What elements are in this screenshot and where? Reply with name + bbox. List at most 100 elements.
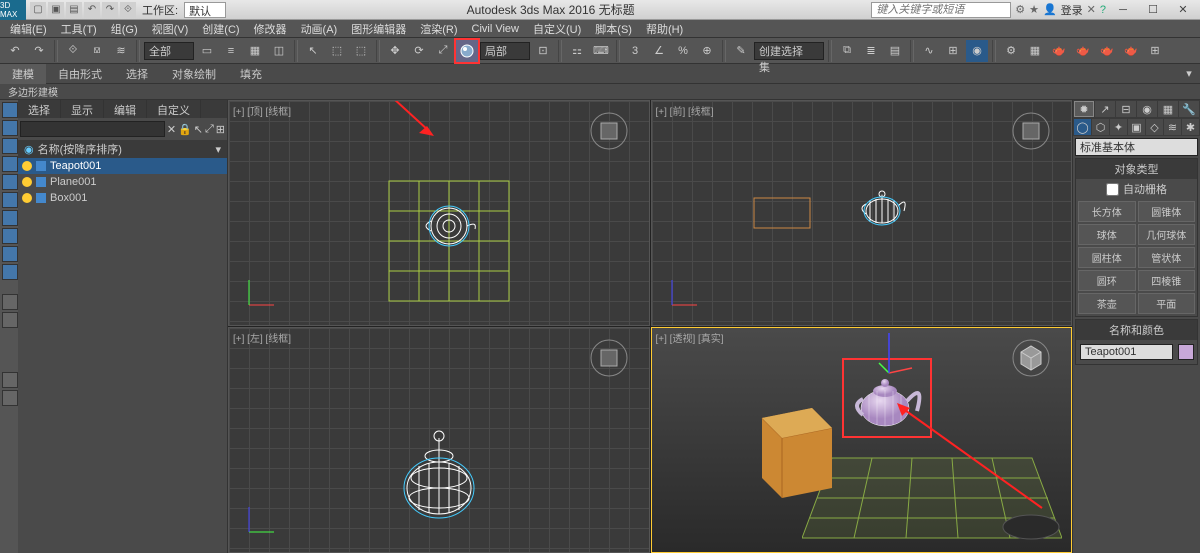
object-name-input[interactable]	[1080, 344, 1173, 360]
open-icon[interactable]: ▣	[48, 2, 64, 18]
cmd-subtab-space-icon[interactable]: ≋	[1164, 119, 1181, 135]
viewcube-icon[interactable]	[589, 338, 629, 378]
select-lasso-icon[interactable]: ⬚	[350, 40, 372, 62]
filter-sync-icon[interactable]	[2, 390, 18, 406]
workspace-selector[interactable]: 默认	[184, 2, 226, 18]
render-icon[interactable]: 🫖	[1048, 40, 1070, 62]
display-frozen-icon[interactable]	[2, 264, 18, 280]
viewport-top[interactable]: [+] [顶] [线框]	[228, 100, 650, 326]
move-icon[interactable]: ✥	[384, 40, 406, 62]
btn-sphere[interactable]: 球体	[1078, 224, 1136, 245]
display-cameras-icon[interactable]	[2, 174, 18, 190]
visibility-icon[interactable]	[22, 193, 32, 203]
scale-icon[interactable]: ⤢	[432, 40, 454, 62]
redo-icon[interactable]: ↷	[102, 2, 118, 18]
mirror-icon[interactable]: ⧉	[836, 40, 858, 62]
scene-filter-close-icon[interactable]: ✕	[167, 123, 176, 136]
curve-editor-icon[interactable]: ∿	[918, 40, 940, 62]
help-icon[interactable]: ?	[1100, 4, 1106, 16]
visibility-icon[interactable]	[22, 161, 32, 171]
cmd-subtab-cameras-icon[interactable]: ▣	[1128, 119, 1145, 135]
minimize-button[interactable]: ─	[1110, 1, 1136, 19]
selection-filter[interactable]: 全部	[144, 42, 194, 60]
ribbon-tab-selection[interactable]: 选择	[114, 64, 160, 84]
btn-torus[interactable]: 圆环	[1078, 270, 1136, 291]
link-icon[interactable]: ⟐	[62, 40, 84, 62]
menu-tools[interactable]: 工具(T)	[55, 21, 103, 37]
display-all-icon[interactable]	[2, 102, 18, 118]
link-icon[interactable]: ⟐	[120, 2, 136, 18]
keyboard-icon[interactable]: ⌨	[590, 40, 612, 62]
select-icon[interactable]: ▭	[196, 40, 218, 62]
schematic-icon[interactable]: ⊞	[942, 40, 964, 62]
scene-filter-input[interactable]	[20, 121, 165, 137]
scene-item-plane[interactable]: Plane001	[18, 174, 227, 190]
move-gizmo[interactable]	[877, 328, 917, 378]
viewport-left[interactable]: [+] [左] [线框]	[228, 327, 650, 553]
menu-civilview[interactable]: Civil View	[466, 23, 525, 35]
filter-hidden-icon[interactable]	[2, 294, 18, 310]
btn-cylinder[interactable]: 圆柱体	[1078, 247, 1136, 268]
ribbon-tab-freeform[interactable]: 自由形式	[46, 64, 114, 84]
menu-modifiers[interactable]: 修改器	[248, 21, 293, 37]
material-editor-icon[interactable]	[456, 40, 478, 62]
autogrid-checkbox[interactable]	[1106, 183, 1119, 196]
cmd-tab-create-icon[interactable]: ✹	[1074, 101, 1094, 117]
close-button[interactable]: ✕	[1170, 1, 1196, 19]
material-icon[interactable]: ◉	[966, 40, 988, 62]
snap-percent-icon[interactable]: %	[672, 40, 694, 62]
viewport-perspective[interactable]: [+] [透视] [真实]	[651, 327, 1073, 553]
vp-label-left[interactable]: [+] [左] [线框]	[233, 330, 291, 345]
scene-item-teapot[interactable]: Teapot001	[18, 158, 227, 174]
cmd-tab-utilities-icon[interactable]: 🔧	[1179, 101, 1199, 117]
ribbon-tab-object-paint[interactable]: 对象绘制	[160, 64, 228, 84]
btn-teapot[interactable]: 茶壶	[1078, 293, 1136, 314]
view-nav-icon[interactable]	[1001, 512, 1061, 542]
edit-named-icon[interactable]: ✎	[730, 40, 752, 62]
viewcube-icon[interactable]	[589, 111, 629, 151]
undo-icon[interactable]: ↶	[84, 2, 100, 18]
scene-item-box[interactable]: Box001	[18, 190, 227, 206]
rotate-icon[interactable]: ⟳	[408, 40, 430, 62]
menu-graph-editors[interactable]: 图形编辑器	[345, 21, 412, 37]
vp-label-front[interactable]: [+] [前] [线框]	[656, 103, 714, 118]
maximize-button[interactable]: ☐	[1140, 1, 1166, 19]
scene-tab-edit[interactable]: 编辑	[104, 100, 147, 118]
display-lights-icon[interactable]	[2, 156, 18, 172]
reference-coord[interactable]: 局部	[480, 42, 530, 60]
rollout-title-2[interactable]: 名称和颜色	[1076, 320, 1197, 340]
signin-icon[interactable]: 👤	[1043, 3, 1057, 16]
scene-tab-select[interactable]: 选择	[18, 100, 61, 118]
btn-plane[interactable]: 平面	[1138, 293, 1196, 314]
undo-icon[interactable]: ↶	[4, 40, 26, 62]
display-container-icon[interactable]	[2, 246, 18, 262]
redo-icon[interactable]: ↷	[28, 40, 50, 62]
cmd-tab-display-icon[interactable]: ▦	[1158, 101, 1178, 117]
spinner-snap-icon[interactable]: ⊕	[696, 40, 718, 62]
app-icon[interactable]: 3D MAX	[0, 0, 26, 20]
vp-label-persp[interactable]: [+] [透视] [真实]	[656, 330, 724, 345]
btn-box[interactable]: 长方体	[1078, 201, 1136, 222]
cmd-subtab-lights-icon[interactable]: ✦	[1110, 119, 1127, 135]
ribbon-toggle-icon[interactable]: ▾	[1178, 63, 1200, 85]
render-setup-icon[interactable]: ⚙	[1000, 40, 1022, 62]
object-color-swatch[interactable]	[1178, 344, 1194, 360]
named-selection[interactable]: 创建选择集	[754, 42, 824, 60]
btn-geosphere[interactable]: 几何球体	[1138, 224, 1196, 245]
btn-cone[interactable]: 圆锥体	[1138, 201, 1196, 222]
scene-filter-lock-icon[interactable]: 🔒	[178, 123, 192, 136]
menu-views[interactable]: 视图(V)	[146, 21, 195, 37]
filter-frozen-icon[interactable]	[2, 312, 18, 328]
exchange-icon[interactable]: ✕	[1087, 3, 1096, 16]
scene-pick-icon[interactable]: ↖	[194, 123, 203, 136]
menu-rendering[interactable]: 渲染(R)	[414, 21, 463, 37]
login-label[interactable]: 登录	[1061, 2, 1083, 18]
scene-collapse-icon[interactable]: ⊞	[216, 123, 225, 136]
select-object-icon[interactable]: ↖	[302, 40, 324, 62]
visibility-icon[interactable]	[22, 177, 32, 187]
btn-tube[interactable]: 管状体	[1138, 247, 1196, 268]
unlink-icon[interactable]: ⟏	[86, 40, 108, 62]
cmd-subtab-systems-icon[interactable]: ✱	[1182, 119, 1199, 135]
cmd-tab-hierarchy-icon[interactable]: ⊟	[1116, 101, 1136, 117]
render-prod-icon[interactable]: 🫖	[1120, 40, 1142, 62]
